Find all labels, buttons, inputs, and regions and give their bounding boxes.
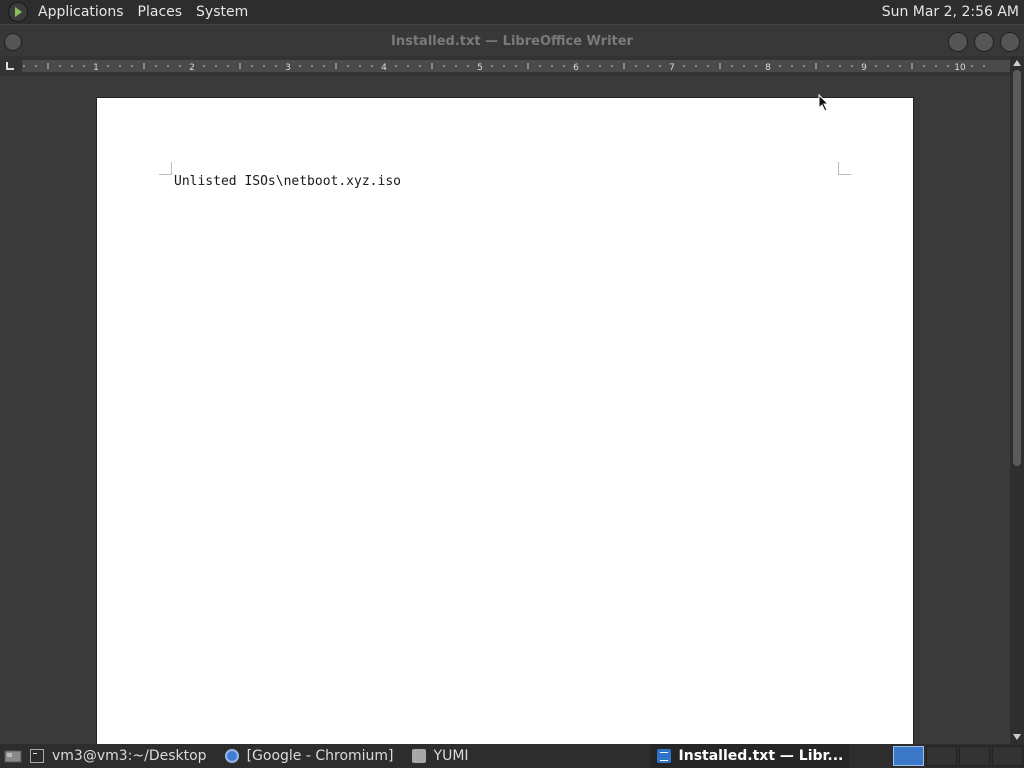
ruler-label: 6 [573, 63, 579, 72]
close-button[interactable] [1000, 32, 1020, 52]
top-panel: Applications Places System Sun Mar 2, 2:… [0, 0, 1024, 24]
taskbar-item-label: vm3@vm3:~/Desktop [52, 748, 207, 764]
workspace-switcher [892, 744, 1024, 768]
document-text[interactable]: Unlisted ISOs\netboot.xyz.iso [174, 174, 401, 189]
show-desktop-icon [4, 750, 22, 763]
writer-icon [656, 749, 671, 763]
ruler-label: 7 [669, 63, 675, 72]
window-title: Installed.txt — LibreOffice Writer [391, 33, 633, 49]
scroll-down-icon[interactable] [1013, 734, 1021, 740]
menu-places[interactable]: Places [131, 0, 190, 24]
ruler-label: 10 [954, 63, 966, 72]
horizontal-ruler[interactable]: 1 2 3 4 5 6 7 8 9 10 [22, 60, 1010, 72]
workspace-1[interactable] [893, 746, 924, 766]
taskbar-item-label: Installed.txt — Libr... [678, 748, 844, 764]
show-desktop-button[interactable] [2, 746, 24, 766]
taskbar-item-terminal[interactable]: vm3@vm3:~/Desktop [24, 744, 213, 768]
taskbar-item-label: [Google - Chromium] [246, 748, 394, 764]
ruler-label: 5 [477, 63, 483, 72]
panel-clock[interactable]: Sun Mar 2, 2:56 AM [882, 4, 1024, 20]
ruler-label: 4 [381, 63, 387, 72]
workspace-4[interactable] [992, 746, 1023, 766]
ruler-label: 3 [285, 63, 291, 72]
taskbar-item-chromium[interactable]: [Google - Chromium] [219, 744, 400, 768]
terminal-icon [30, 749, 44, 763]
taskbar-item-label: YUMI [433, 748, 469, 764]
applications-logo-icon[interactable] [8, 2, 28, 22]
ruler-row: 1 2 3 4 5 6 7 8 9 10 [0, 56, 1024, 76]
window-menu-icon[interactable] [4, 33, 22, 51]
ruler-ticks: 1 2 3 4 5 6 7 8 9 10 [23, 63, 985, 72]
text-boundary-corner-right [838, 162, 851, 175]
mouse-cursor-icon [818, 94, 830, 112]
tab-stop-selector-icon[interactable] [6, 62, 14, 70]
ruler-label: 2 [189, 63, 195, 72]
workspace-3[interactable] [959, 746, 990, 766]
ruler-label: 1 [93, 63, 99, 72]
text-boundary-corner-left [159, 162, 172, 175]
maximize-button[interactable] [974, 32, 994, 52]
scroll-up-icon[interactable] [1013, 60, 1021, 66]
menu-system[interactable]: System [189, 0, 255, 24]
vertical-scrollbar[interactable] [1010, 56, 1024, 744]
window-title-bar[interactable]: Installed.txt — LibreOffice Writer [0, 24, 1024, 57]
folder-icon [411, 749, 426, 763]
scrollbar-thumb[interactable] [1013, 70, 1021, 466]
workspace-2[interactable] [926, 746, 957, 766]
document-area[interactable]: Unlisted ISOs\netboot.xyz.iso [0, 76, 1010, 744]
chromium-icon [224, 749, 239, 763]
document-page[interactable]: Unlisted ISOs\netboot.xyz.iso [96, 97, 914, 744]
window-controls [948, 32, 1020, 52]
ruler-label: 9 [861, 63, 867, 72]
ruler-label: 8 [765, 63, 771, 72]
menu-applications[interactable]: Applications [31, 0, 131, 24]
taskbar: vm3@vm3:~/Desktop [Google - Chromium] YU… [0, 744, 1024, 768]
taskbar-item-writer[interactable]: Installed.txt — Libr... [650, 744, 850, 768]
minimize-button[interactable] [948, 32, 968, 52]
panel-menu: Applications Places System [31, 0, 255, 24]
taskbar-item-yumi[interactable]: YUMI [406, 744, 475, 768]
